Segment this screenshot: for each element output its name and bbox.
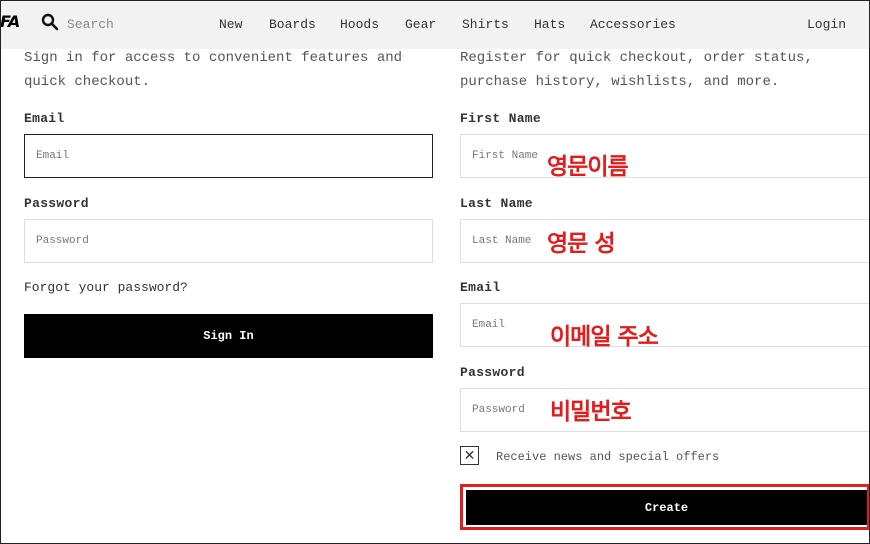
check-mark-icon: ✕	[463, 447, 476, 464]
nav-boards[interactable]: Boards	[269, 17, 316, 32]
first-name-label: First Name	[460, 111, 542, 126]
register-email-field[interactable]	[460, 303, 870, 347]
nav-new[interactable]: New	[219, 17, 242, 32]
signin-intro-line2: quick checkout.	[24, 74, 151, 90]
nav-gear[interactable]: Gear	[405, 17, 436, 32]
brand-logo[interactable]: FA	[0, 12, 20, 31]
register-intro: Register for quick checkout, order statu…	[460, 46, 813, 94]
login-link[interactable]: Login	[807, 17, 846, 32]
signin-password-field[interactable]	[24, 219, 433, 263]
last-name-label: Last Name	[460, 196, 533, 211]
signin-intro: Sign in for access to convenient feature…	[24, 46, 402, 94]
register-email-label: Email	[460, 280, 501, 295]
first-name-field[interactable]	[460, 134, 870, 178]
signin-password-label: Password	[24, 196, 89, 211]
newsletter-label: Receive news and special offers	[496, 450, 720, 464]
top-nav-bar: FA Search New Boards Hoods Gear Shirts H…	[0, 0, 870, 49]
search-icon[interactable]	[41, 13, 59, 31]
last-name-field[interactable]	[460, 219, 870, 263]
nav-accessories[interactable]: Accessories	[590, 17, 676, 32]
nav-hoods[interactable]: Hoods	[340, 17, 379, 32]
nav-hats[interactable]: Hats	[534, 17, 565, 32]
signin-intro-line1: Sign in for access to convenient feature…	[24, 50, 403, 66]
nav-shirts[interactable]: Shirts	[462, 17, 509, 32]
register-password-label: Password	[460, 365, 525, 380]
forgot-password-link[interactable]: Forgot your password?	[24, 280, 188, 295]
search-input[interactable]: Search	[67, 17, 114, 32]
signin-email-label: Email	[24, 111, 65, 126]
register-intro-line2: purchase history, wishlists, and more.	[460, 74, 780, 90]
create-account-button[interactable]: Create	[466, 490, 867, 525]
register-password-field[interactable]	[460, 388, 870, 432]
register-intro-line1: Register for quick checkout, order statu…	[460, 50, 813, 66]
sign-in-button[interactable]: Sign In	[24, 314, 433, 358]
signin-email-field[interactable]	[24, 134, 433, 178]
newsletter-checkbox[interactable]: ✕	[460, 446, 479, 465]
